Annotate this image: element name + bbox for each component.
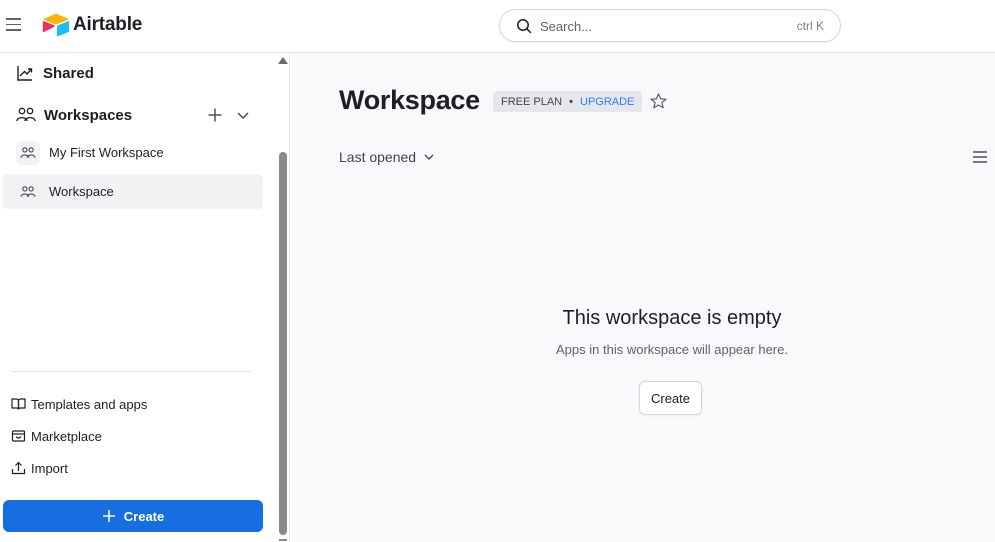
sidebar-link-import[interactable]: Import: [11, 458, 68, 478]
search-input[interactable]: [540, 17, 760, 35]
workspaces-label: Workspaces: [44, 106, 133, 124]
sidebar-divider: [12, 371, 251, 372]
workspace-item-label: Workspace: [49, 184, 114, 199]
top-bar: Airtable ctrl K: [0, 0, 995, 53]
sidebar: Shared Workspaces My First Workspace Wor…: [0, 53, 277, 542]
empty-state-title: This workspace is empty: [562, 307, 782, 329]
sort-dropdown[interactable]: Last opened: [339, 149, 435, 165]
upload-icon: [11, 461, 26, 475]
marketplace-link-label: Marketplace: [31, 428, 102, 444]
upgrade-link[interactable]: UPGRADE: [580, 96, 634, 108]
sidebar-shared-label: Shared: [43, 64, 94, 82]
search-icon: [517, 19, 532, 34]
import-link-label: Import: [31, 460, 68, 476]
sidebar-link-marketplace[interactable]: Marketplace: [11, 426, 102, 446]
workspace-people-icon: [16, 140, 40, 165]
plan-name: FREE PLAN: [501, 95, 563, 108]
sort-label: Last opened: [339, 149, 417, 165]
hamburger-menu-icon[interactable]: [6, 18, 22, 32]
chevron-down-icon[interactable]: [235, 107, 251, 123]
list-view-icon[interactable]: [972, 150, 988, 164]
search-box[interactable]: ctrl K: [499, 9, 841, 42]
airtable-logo[interactable]: Airtable: [42, 13, 142, 37]
sidebar-workspace-item-active[interactable]: Workspace: [3, 174, 263, 209]
create-button-label: Create: [123, 508, 165, 524]
plan-badge: FREE PLAN • UPGRADE: [493, 91, 643, 112]
star-icon[interactable]: [649, 92, 668, 111]
marketplace-icon: [11, 430, 26, 442]
sidebar-create-button[interactable]: Create: [3, 500, 263, 532]
scrollbar-thumb[interactable]: [279, 152, 287, 535]
shared-icon: [17, 66, 33, 81]
search-shortcut-hint: ctrl K: [796, 19, 824, 33]
airtable-logo-icon: [42, 13, 69, 37]
workspace-item-label: My First Workspace: [49, 145, 164, 160]
sidebar-link-templates[interactable]: Templates and apps: [11, 394, 147, 414]
scroll-down-arrow-icon[interactable]: [279, 539, 287, 541]
people-icon: [16, 107, 36, 122]
templates-link-label: Templates and apps: [31, 396, 148, 412]
empty-state-create-button[interactable]: Create: [639, 381, 702, 415]
chevron-down-icon: [424, 154, 434, 160]
plus-icon: [102, 510, 115, 522]
app-name: Airtable: [73, 14, 143, 35]
sidebar-workspace-item[interactable]: My First Workspace: [3, 135, 263, 170]
scroll-up-arrow-icon[interactable]: [278, 57, 288, 64]
main-content: Workspace FREE PLAN • UPGRADE Last opene…: [291, 53, 995, 542]
book-open-icon: [11, 398, 26, 410]
plan-separator: •: [569, 95, 573, 108]
sidebar-item-shared[interactable]: Shared: [16, 63, 94, 83]
workspace-people-icon: [16, 179, 40, 204]
workspaces-header[interactable]: Workspaces: [16, 105, 256, 125]
empty-state-subtitle: Apps in this workspace will appear here.: [556, 342, 788, 357]
sidebar-scrollbar[interactable]: [277, 53, 290, 542]
page-title: Workspace: [339, 85, 480, 115]
add-workspace-icon[interactable]: [206, 106, 224, 124]
